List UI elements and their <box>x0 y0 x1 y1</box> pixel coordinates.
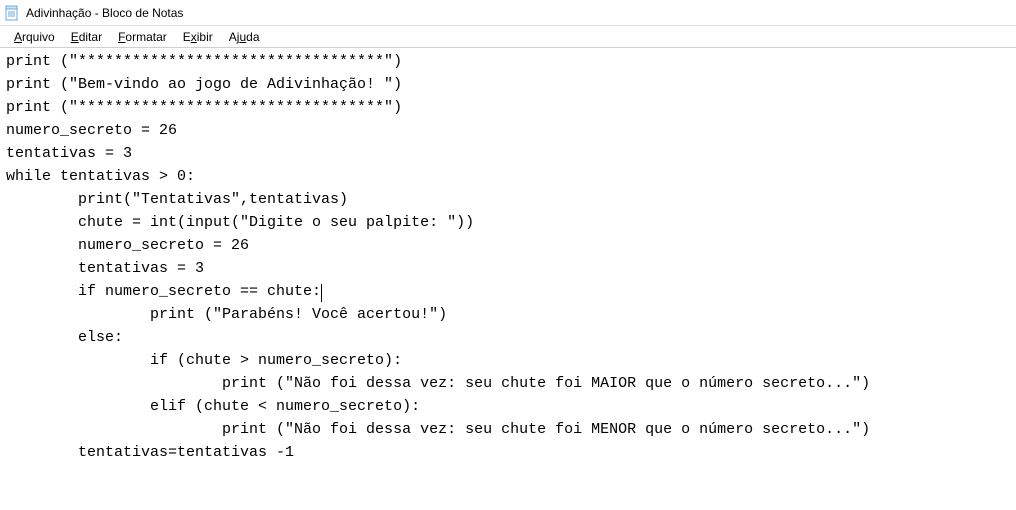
editor-line[interactable]: print ("Bem-vindo ao jogo de Adivinhação… <box>6 73 1010 96</box>
editor-line[interactable]: print ("********************************… <box>6 96 1010 119</box>
titlebar: Adivinhação - Bloco de Notas <box>0 0 1016 26</box>
editor-line[interactable]: print ("Não foi dessa vez: seu chute foi… <box>6 418 1010 441</box>
editor-line[interactable]: elif (chute < numero_secreto): <box>6 395 1010 418</box>
menu-exibir[interactable]: Exibir <box>175 28 221 46</box>
menu-editar[interactable]: Editar <box>63 28 110 46</box>
editor-line[interactable]: tentativas = 3 <box>6 257 1010 280</box>
menu-editar-rest: ditar <box>79 30 102 44</box>
menubar: Arquivo Editar Formatar Exibir Ajuda <box>0 26 1016 48</box>
menu-ajuda-rest: da <box>246 30 259 44</box>
editor-line[interactable]: else: <box>6 326 1010 349</box>
editor-line[interactable]: print ("Parabéns! Você acertou!") <box>6 303 1010 326</box>
editor-line[interactable]: tentativas=tentativas -1 <box>6 441 1010 464</box>
editor-line[interactable]: chute = int(input("Digite o seu palpite:… <box>6 211 1010 234</box>
editor-line[interactable]: numero_secreto = 26 <box>6 119 1010 142</box>
menu-arquivo[interactable]: Arquivo <box>6 28 63 46</box>
editor-line[interactable]: print("Tentativas",tentativas) <box>6 188 1010 211</box>
menu-ajuda-pre: Aj <box>229 30 240 44</box>
text-caret <box>321 284 322 302</box>
editor-line[interactable]: print ("********************************… <box>6 50 1010 73</box>
editor-line[interactable]: print ("Não foi dessa vez: seu chute foi… <box>6 372 1010 395</box>
editor-line[interactable]: if (chute > numero_secreto): <box>6 349 1010 372</box>
menu-exibir-pre: E <box>183 30 191 44</box>
menu-exibir-rest: ibir <box>197 30 213 44</box>
editor-line[interactable]: numero_secreto = 26 <box>6 234 1010 257</box>
menu-formatar[interactable]: Formatar <box>110 28 175 46</box>
notepad-icon <box>4 5 20 21</box>
menu-arquivo-rest: rquivo <box>22 30 55 44</box>
text-editor-area[interactable]: print ("********************************… <box>0 48 1016 466</box>
menu-ajuda[interactable]: Ajuda <box>221 28 268 46</box>
window-title: Adivinhação - Bloco de Notas <box>26 6 183 20</box>
editor-line[interactable]: tentativas = 3 <box>6 142 1010 165</box>
editor-line[interactable]: while tentativas > 0: <box>6 165 1010 188</box>
menu-formatar-rest: ormatar <box>125 30 166 44</box>
editor-line[interactable]: if numero_secreto == chute: <box>6 280 1010 303</box>
